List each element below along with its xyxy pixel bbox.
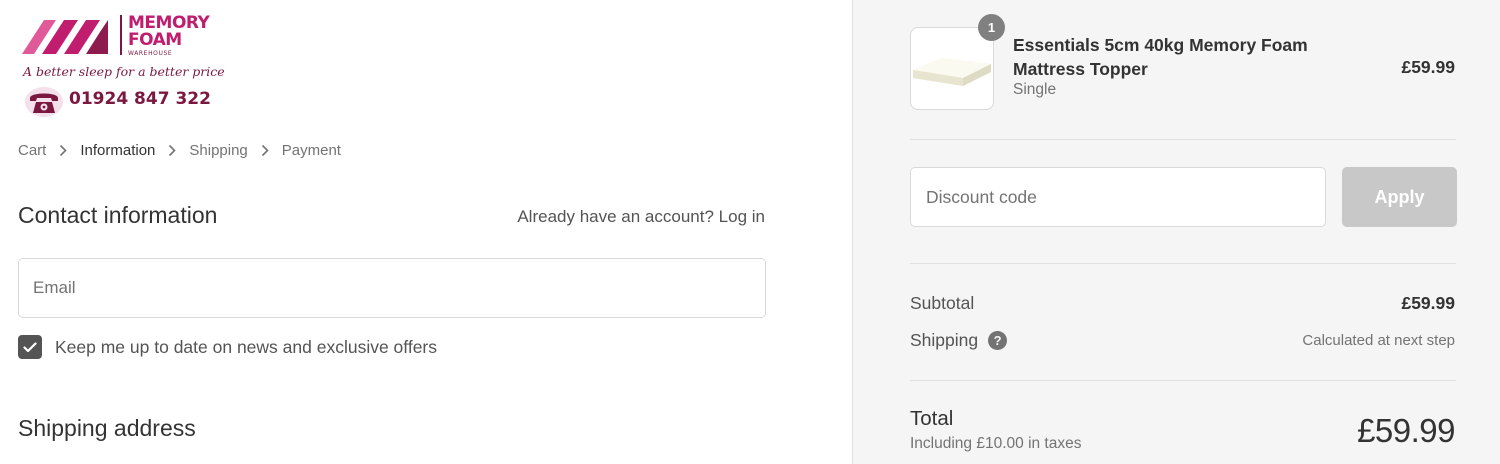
- store-logo[interactable]: MEMORY FOAM WAREHOUSE A better sleep for…: [20, 12, 225, 117]
- divider: [910, 139, 1456, 140]
- chevron-right-icon: [162, 144, 182, 158]
- subtotal-label: Subtotal: [910, 293, 975, 313]
- chevron-right-icon: [255, 144, 275, 158]
- contact-information-heading: Contact information: [18, 202, 218, 228]
- tax-note: Including £10.00 in taxes: [910, 435, 1082, 452]
- product-name: Essentials 5cm 40kg Memory Foam Mattress…: [1013, 35, 1308, 79]
- brand-tagline: A better sleep for a better price: [23, 64, 225, 79]
- chevron-right-icon: [53, 144, 73, 158]
- account-login-prompt: Already have an account? Log in: [517, 207, 765, 227]
- email-input[interactable]: [18, 258, 766, 318]
- breadcrumb-cart[interactable]: Cart: [18, 142, 46, 159]
- apply-discount-button[interactable]: Apply: [1342, 167, 1457, 227]
- order-summary-sidebar: 1 Essentials 5cm 40kg Memory Foam Mattre…: [852, 0, 1500, 464]
- product-price: £59.99: [1401, 57, 1455, 77]
- mattress-topper-image: [913, 58, 991, 86]
- breadcrumb-payment: Payment: [281, 142, 341, 159]
- question-circle-icon[interactable]: ?: [988, 331, 1008, 350]
- breadcrumb: Cart Information Shipping Payment: [18, 142, 341, 159]
- brand-name-line2: FOAM: [128, 30, 182, 50]
- newsletter-option[interactable]: Keep me up to date on news and exclusive…: [18, 335, 437, 359]
- newsletter-checkbox[interactable]: [18, 335, 42, 359]
- logo-mark-icon: [22, 20, 108, 54]
- shipping-address-heading: Shipping address: [18, 415, 196, 441]
- telephone-icon: [25, 87, 63, 117]
- checkmark-icon: [23, 341, 37, 352]
- divider: [910, 263, 1456, 264]
- product-variant: Single: [1013, 81, 1057, 98]
- breadcrumb-information: Information: [80, 142, 156, 159]
- phone-number[interactable]: 01924 847 322: [69, 89, 211, 109]
- account-prompt-text: Already have an account?: [517, 207, 714, 226]
- brand-name-line3: WAREHOUSE: [128, 50, 173, 57]
- login-link[interactable]: Log in: [719, 207, 765, 226]
- main-content: MEMORY FOAM WAREHOUSE A better sleep for…: [0, 0, 852, 464]
- total-value: £59.99: [1357, 412, 1455, 449]
- logo-divider: [120, 15, 122, 55]
- subtotal-value: £59.99: [1401, 293, 1455, 313]
- divider: [910, 380, 1456, 381]
- shipping-label-row: Shipping ?: [910, 330, 1008, 351]
- shipping-label: Shipping: [910, 330, 979, 350]
- discount-code-input[interactable]: [910, 167, 1326, 227]
- shipping-value: Calculated at next step: [1302, 332, 1455, 349]
- newsletter-label[interactable]: Keep me up to date on news and exclusive…: [55, 337, 437, 358]
- total-label: Total: [910, 407, 954, 430]
- breadcrumb-shipping: Shipping: [189, 142, 248, 159]
- product-thumbnail: [910, 27, 994, 110]
- quantity-badge: 1: [978, 14, 1005, 41]
